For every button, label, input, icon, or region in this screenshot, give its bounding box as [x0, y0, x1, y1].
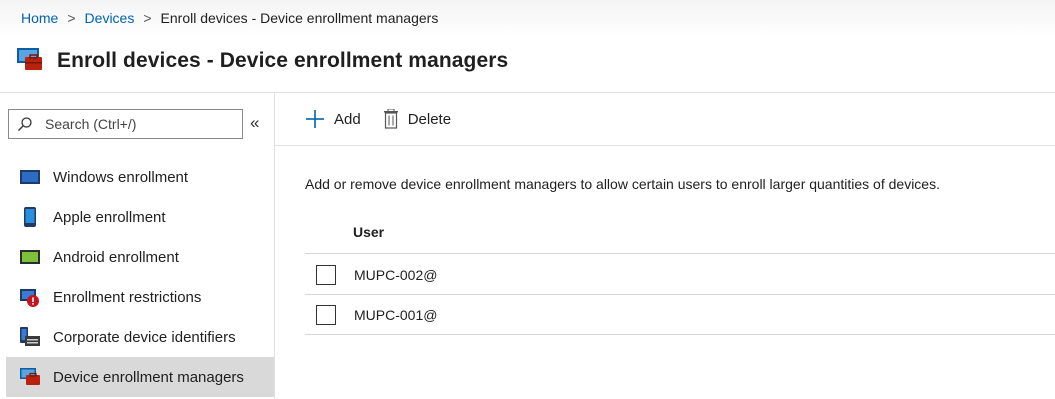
- description-text: Add or remove device enrollment managers…: [305, 176, 940, 192]
- sidebar-item-apple-enrollment[interactable]: Apple enrollment: [0, 197, 274, 237]
- command-bar: Add Delete: [275, 93, 1055, 145]
- breadcrumb-separator: >: [143, 10, 152, 26]
- sidebar-item-label: Apple enrollment: [53, 208, 166, 226]
- sidebar-item-label: Enrollment restrictions: [53, 288, 202, 306]
- breadcrumb-home-link[interactable]: Home: [21, 10, 58, 26]
- blade-header: Enroll devices - Device enrollment manag…: [0, 36, 1055, 86]
- search-icon: [17, 116, 33, 132]
- delete-button-label: Delete: [407, 110, 452, 128]
- sidebar-item-enrollment-restrictions[interactable]: Enrollment restrictions: [0, 277, 274, 317]
- search-input[interactable]: Search (Ctrl+/): [8, 109, 243, 139]
- search-placeholder: Search (Ctrl+/): [45, 116, 137, 132]
- sidebar-item-label: Corporate device identifiers: [53, 328, 236, 346]
- windows-device-icon: [20, 167, 40, 187]
- toolbar-divider: [275, 145, 1055, 146]
- breadcrumb-separator: >: [67, 10, 76, 26]
- corporate-identifier-icon: [20, 327, 40, 347]
- add-button-label: Add: [334, 110, 361, 128]
- table-row[interactable]: MUPC-001@: [305, 295, 1055, 334]
- row-checkbox[interactable]: [316, 304, 336, 325]
- sidebar: Search (Ctrl+/) « Windows enrollment App…: [0, 93, 274, 399]
- column-header-user: User: [353, 224, 385, 240]
- add-button[interactable]: Add: [305, 109, 361, 129]
- sidebar-item-android-enrollment[interactable]: Android enrollment: [0, 237, 274, 277]
- sidebar-item-label: Android enrollment: [53, 248, 179, 266]
- table-row[interactable]: MUPC-002@: [305, 255, 1055, 294]
- android-device-icon: [20, 247, 40, 267]
- table-header-divider: [305, 253, 1055, 254]
- sidebar-item-corporate-device-identifiers[interactable]: Corporate device identifiers: [0, 317, 274, 357]
- user-cell: MUPC-002@: [354, 266, 438, 283]
- user-cell: MUPC-001@: [354, 306, 438, 323]
- row-divider: [305, 334, 1055, 335]
- sidebar-item-device-enrollment-managers[interactable]: Device enrollment managers: [6, 357, 274, 397]
- breadcrumb: Home > Devices > Enroll devices - Device…: [0, 0, 1055, 36]
- device-enrollment-manager-icon: [17, 47, 43, 76]
- plus-icon: [305, 109, 325, 129]
- trash-icon: [383, 109, 399, 129]
- apple-device-icon: [20, 207, 40, 227]
- breadcrumb-devices-link[interactable]: Devices: [85, 10, 135, 26]
- collapse-sidebar-button[interactable]: «: [250, 113, 259, 133]
- sidebar-item-windows-enrollment[interactable]: Windows enrollment: [0, 157, 274, 197]
- device-enrollment-manager-icon: [20, 367, 40, 387]
- page-title: Enroll devices - Device enrollment manag…: [57, 49, 509, 72]
- row-checkbox[interactable]: [316, 264, 336, 285]
- delete-button[interactable]: Delete: [383, 109, 451, 129]
- sidebar-item-label: Device enrollment managers: [53, 368, 244, 386]
- breadcrumb-current: Enroll devices - Device enrollment manag…: [160, 10, 439, 26]
- sidebar-item-label: Windows enrollment: [53, 168, 189, 186]
- restriction-icon: [20, 287, 40, 307]
